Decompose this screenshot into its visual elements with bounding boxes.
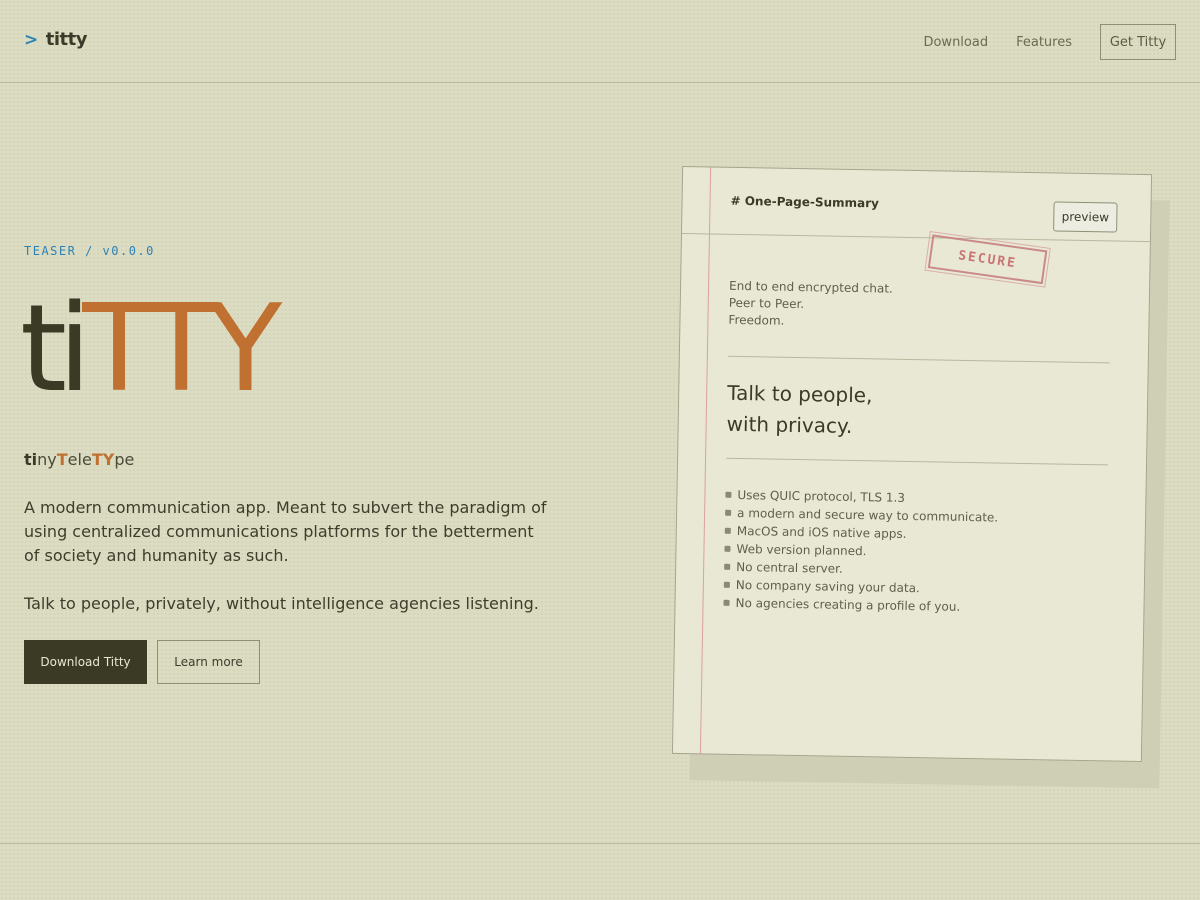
footer-divider [0, 843, 1200, 844]
brand-logo[interactable]: > titty [24, 29, 87, 50]
headline-line: Talk to people, [727, 380, 873, 408]
tagline-seg-3: T [56, 450, 68, 469]
feature-text: No agencies creating a profile of you. [735, 595, 961, 614]
hero-logo: tiTTY [20, 280, 282, 420]
headline-line: with privacy. [726, 411, 853, 438]
brand-name: titty [45, 29, 88, 50]
tagline-seg-1: ti [24, 450, 38, 469]
preview-button[interactable]: preview [1053, 201, 1118, 233]
bullet-icon [723, 581, 730, 588]
download-titty-button[interactable]: Download Titty [24, 640, 147, 684]
list-item: No agencies creating a profile of you. [723, 594, 996, 617]
feature-list: Uses QUIC protocol, TLS 1.3 a modern and… [723, 486, 998, 617]
teaser-version-label: TEASER / v0.0.0 [24, 244, 155, 258]
top-header: > titty Download Features Get Titty [0, 0, 1200, 83]
tagline-seg-6: pe [114, 450, 135, 469]
feature-text: Web version planned. [736, 541, 867, 559]
get-titty-button[interactable]: Get Titty [1100, 24, 1176, 60]
hero-privacy-statement: Talk to people, privately, without intel… [24, 594, 539, 613]
card-header-divider [681, 232, 1150, 243]
hero-description: A modern communication app. Meant to sub… [24, 498, 547, 565]
top-nav: Download Features Get Titty [923, 24, 1176, 60]
logo-part-orange: TTY [82, 280, 282, 419]
paper-margin-line [699, 167, 712, 754]
intro-line: Freedom. [728, 312, 785, 328]
tagline-seg-2: ny [37, 450, 57, 469]
logo-part-dark: ti [20, 280, 91, 419]
secure-stamp: SECURE [924, 229, 1051, 289]
hero-tagline: tinyTeleTYpe [24, 450, 134, 469]
summary-paper: # One-Page-Summary preview SECURE End to… [671, 165, 1153, 763]
tagline-seg-4: ele [67, 450, 92, 469]
summary-card: # One-Page-Summary preview SECURE End to… [671, 165, 1170, 789]
nav-download-link[interactable]: Download [923, 35, 988, 50]
card-divider [726, 457, 1109, 466]
card-divider [727, 355, 1110, 364]
card-headline: Talk to people, with privacy. [726, 378, 872, 443]
tagline-seg-5: TY [91, 450, 115, 469]
card-title: # One-Page-Summary [730, 193, 880, 211]
bullet-icon [724, 563, 731, 570]
terminal-prompt-icon: > [24, 29, 38, 50]
nav-features-link[interactable]: Features [1016, 35, 1072, 50]
bullet-icon [724, 545, 731, 552]
bullet-icon [723, 599, 730, 606]
bullet-icon [725, 509, 732, 516]
feature-text: No central server. [736, 559, 843, 576]
bullet-icon [724, 527, 731, 534]
learn-more-button[interactable]: Learn more [157, 640, 260, 684]
card-intro: End to end encrypted chat. Peer to Peer.… [728, 278, 893, 332]
bullet-icon [725, 491, 732, 498]
